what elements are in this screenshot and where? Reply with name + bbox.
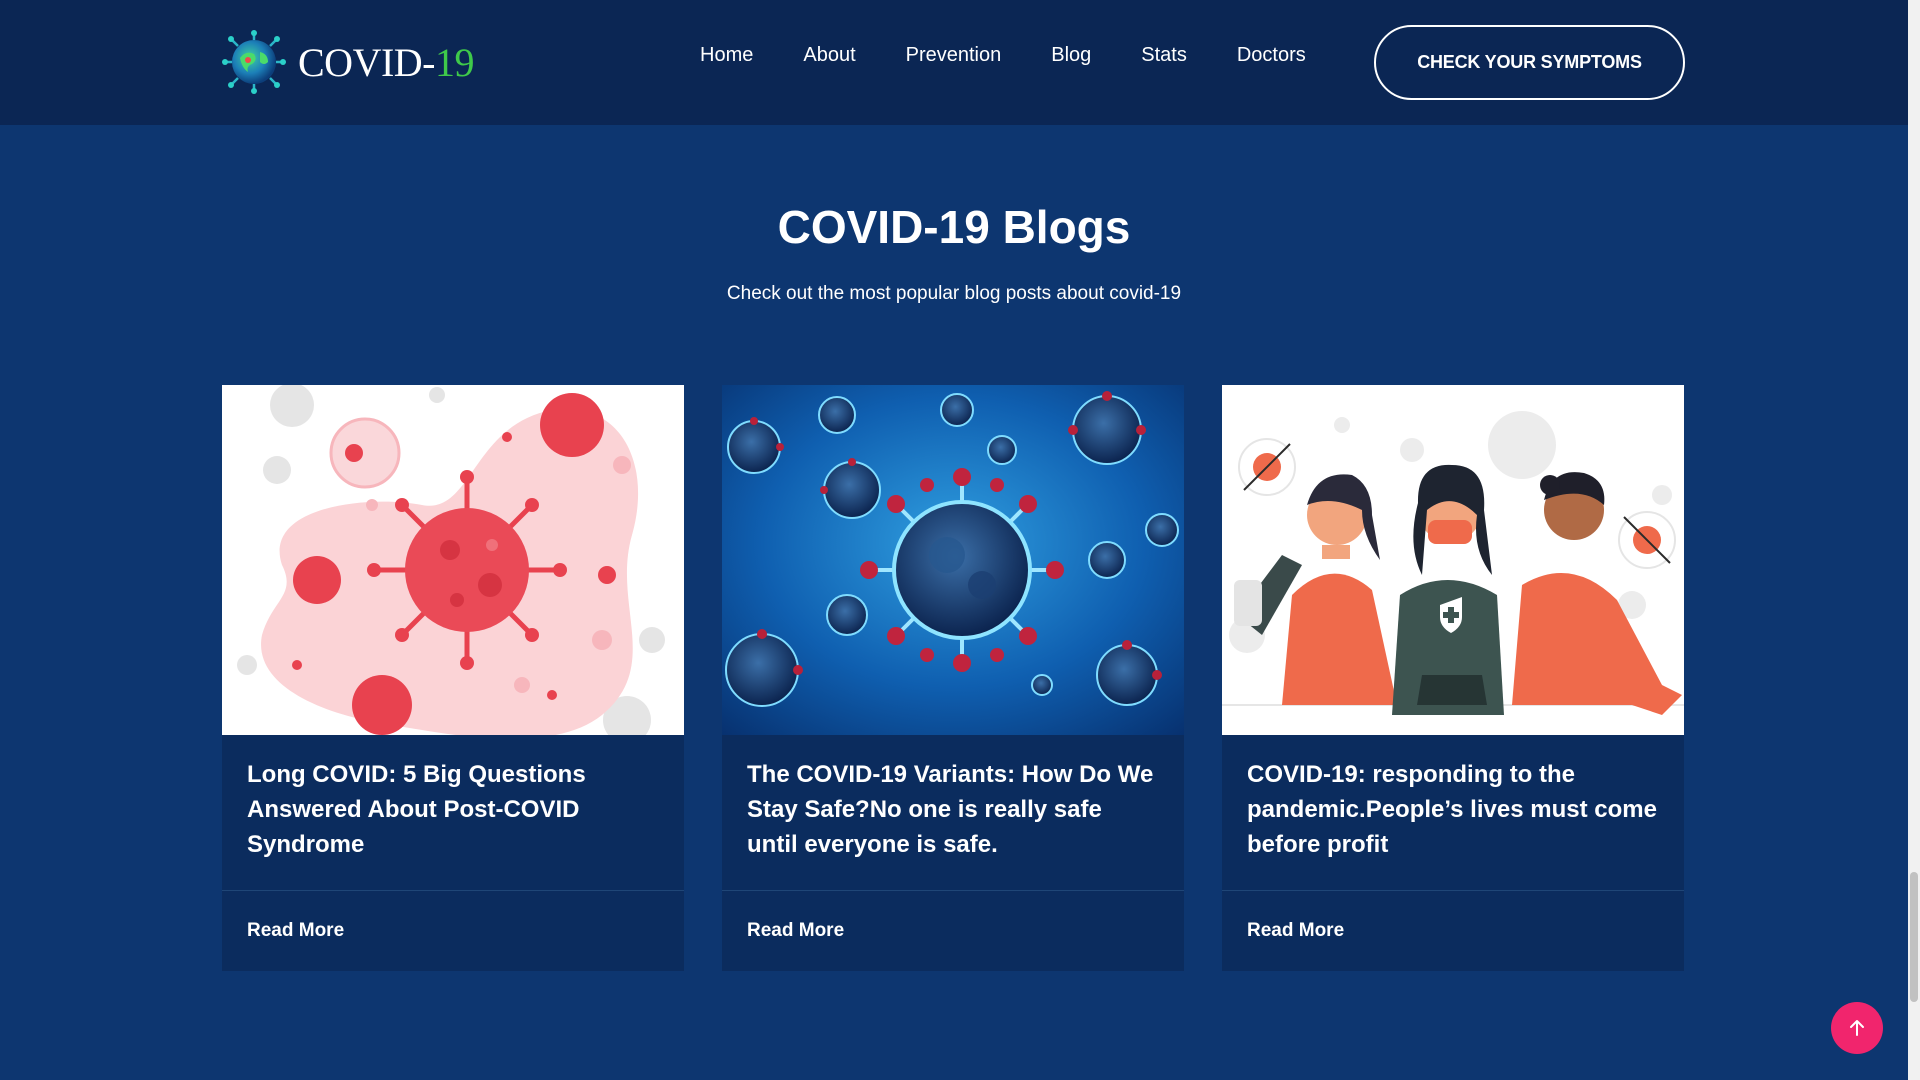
site-header: COVID-19 Home About Prevention Blog Stat… [0,0,1908,125]
nav-item-stats[interactable]: Stats [1141,44,1187,67]
blog-card-body: COVID-19: responding to the pandemic.Peo… [1222,735,1684,891]
blog-card-title[interactable]: COVID-19: responding to the pandemic.Peo… [1247,757,1659,862]
blog-card: COVID-19: responding to the pandemic.Peo… [1222,385,1684,971]
blue-coronavirus-render[interactable] [722,385,1184,735]
blog-card-footer: Read More [222,891,684,971]
logo-text: COVID-19 [298,39,474,86]
blog-card-footer: Read More [1222,891,1684,971]
read-more-link[interactable]: Read More [1247,920,1344,941]
page-scrollbar[interactable] [1908,0,1920,1080]
blog-card-title[interactable]: The COVID-19 Variants: How Do We Stay Sa… [747,757,1159,862]
blog-card-footer: Read More [722,891,1184,971]
virus-globe-icon [222,30,286,94]
back-to-top-button[interactable] [1831,1002,1883,1054]
blog-card: Long COVID: 5 Big Questions Answered Abo… [222,385,684,971]
read-more-link[interactable]: Read More [247,920,344,941]
main-nav: Home About Prevention Blog Stats Doctors [700,44,1306,67]
section-subtitle: Check out the most popular blog posts ab… [726,283,1182,304]
nav-item-home[interactable]: Home [700,44,753,67]
arrow-up-icon [1850,1020,1864,1036]
blog-card-title[interactable]: Long COVID: 5 Big Questions Answered Abo… [247,757,659,862]
blog-card-body: The COVID-19 Variants: How Do We Stay Sa… [722,735,1184,891]
logo-text-accent: 19 [434,39,475,85]
nav-item-about[interactable]: About [803,44,855,67]
blog-card-body: Long COVID: 5 Big Questions Answered Abo… [222,735,684,891]
section-title: COVID-19 Blogs [777,201,1131,253]
nav-item-prevention[interactable]: Prevention [906,44,1002,67]
site-logo[interactable]: COVID-19 [222,30,474,94]
scrollbar-thumb[interactable] [1910,872,1918,1002]
people-wearing-masks-illustration[interactable] [1222,385,1684,735]
blog-card: The COVID-19 Variants: How Do We Stay Sa… [722,385,1184,971]
check-symptoms-button[interactable]: CHECK YOUR SYMPTOMS [1374,25,1685,100]
logo-text-main: COVID- [298,39,435,85]
red-virus-illustration[interactable] [222,385,684,735]
blog-card-list: Long COVID: 5 Big Questions Answered Abo… [222,385,1684,971]
nav-item-blog[interactable]: Blog [1051,44,1091,67]
read-more-link[interactable]: Read More [747,920,844,941]
nav-item-doctors[interactable]: Doctors [1237,44,1306,67]
